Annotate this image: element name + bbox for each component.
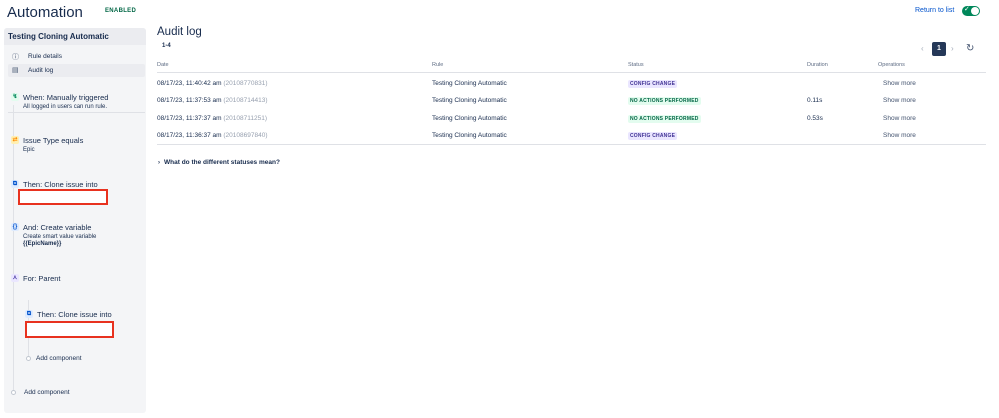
table-header: Date Rule Status Duration Operations bbox=[157, 59, 986, 73]
status-badge: NO ACTIONS PERFORMED bbox=[628, 115, 701, 123]
top-bar: Automation ENABLED Return to list ✓ bbox=[0, 0, 999, 26]
statuses-faq-toggle[interactable]: › What do the different statuses mean? bbox=[158, 159, 280, 166]
component-branch-parent[interactable]: ⋏ For: Parent bbox=[11, 274, 141, 286]
check-icon: ✓ bbox=[964, 6, 970, 13]
status-badge: CONFIG CHANGE bbox=[628, 80, 678, 88]
sidebar-header: Testing Cloning Automatic bbox=[4, 28, 146, 45]
page-title: Automation bbox=[7, 4, 83, 21]
chevron-right-icon[interactable]: › bbox=[951, 44, 954, 53]
page-1-button[interactable]: 1 bbox=[932, 42, 946, 56]
add-component-main[interactable]: Add component bbox=[11, 389, 111, 398]
sidebar-item-audit-log[interactable]: ▤ Audit log bbox=[8, 64, 145, 77]
row-date: 08/17/23, 11:37:37 am (20108711251) bbox=[157, 115, 268, 122]
info-icon: ⓘ bbox=[12, 54, 19, 61]
column-operations: Operations bbox=[878, 62, 905, 68]
component-condition[interactable]: ⇄ Issue Type equals Epic bbox=[11, 136, 141, 158]
component-create-variable[interactable]: {} And: Create variable Create smart val… bbox=[11, 223, 141, 251]
row-date: 08/17/23, 11:37:53 am (20108714413) bbox=[157, 97, 268, 104]
sidebar-item-label: Rule details bbox=[28, 53, 62, 60]
row-rule: Testing Cloning Automatic bbox=[432, 115, 507, 122]
show-more-button[interactable]: Show more bbox=[883, 115, 916, 122]
chevron-right-icon: › bbox=[158, 160, 160, 166]
clone-icon: ⧉ bbox=[25, 310, 33, 318]
column-status: Status bbox=[628, 62, 644, 68]
row-rule: Testing Cloning Automatic bbox=[432, 80, 507, 87]
add-icon bbox=[11, 390, 16, 395]
component-title: When: Manually triggered bbox=[23, 93, 109, 102]
trigger-icon: ↯ bbox=[11, 93, 19, 101]
variable-icon: {} bbox=[11, 223, 19, 231]
faq-label: What do the different statuses mean? bbox=[164, 159, 280, 166]
status-badge: CONFIG CHANGE bbox=[628, 132, 678, 140]
status-badge: ENABLED bbox=[105, 8, 137, 14]
document-icon: ▤ bbox=[12, 67, 19, 74]
row-duration: 0.53s bbox=[807, 115, 823, 122]
show-more-button[interactable]: Show more bbox=[883, 132, 916, 139]
table-row: 08/17/23, 11:36:37 am (20108697840) Test… bbox=[157, 127, 986, 144]
component-title: Then: Clone issue into bbox=[23, 180, 98, 189]
component-title: And: Create variable bbox=[23, 223, 92, 232]
chevron-left-icon[interactable]: ‹ bbox=[921, 44, 924, 53]
table-row: 08/17/23, 11:37:37 am (20108711251) Test… bbox=[157, 110, 986, 127]
refresh-icon[interactable]: ↻ bbox=[966, 43, 974, 54]
condition-icon: ⇄ bbox=[11, 136, 19, 144]
column-rule: Rule bbox=[432, 62, 444, 68]
clone-icon: ⧉ bbox=[11, 180, 19, 188]
add-icon bbox=[26, 356, 31, 361]
return-to-list-link[interactable]: Return to list bbox=[915, 7, 954, 14]
row-rule: Testing Cloning Automatic bbox=[432, 97, 507, 104]
rule-enabled-toggle[interactable]: ✓ bbox=[962, 6, 980, 16]
redaction-box bbox=[18, 189, 108, 205]
component-title: Issue Type equals bbox=[23, 136, 84, 145]
table-row: 08/17/23, 11:40:42 am (20108770831) Test… bbox=[157, 75, 986, 92]
column-duration: Duration bbox=[807, 62, 828, 68]
add-component-label: Add component bbox=[24, 389, 70, 396]
show-more-button[interactable]: Show more bbox=[883, 97, 916, 104]
component-trigger[interactable]: ↯ When: Manually triggered All logged in… bbox=[11, 93, 141, 115]
component-subtitle: Epic bbox=[23, 147, 35, 153]
table-row: 08/17/23, 11:37:53 am (20108714413) Test… bbox=[157, 92, 986, 109]
toggle-knob bbox=[971, 7, 979, 15]
component-subtitle: Create smart value variable bbox=[23, 234, 97, 240]
show-more-button[interactable]: Show more bbox=[883, 80, 916, 87]
audit-log-title: Audit log bbox=[157, 26, 202, 38]
component-title: Then: Clone issue into bbox=[37, 310, 112, 319]
component-variable-name: {{EpicName}} bbox=[23, 241, 62, 247]
row-date: 08/17/23, 11:40:42 am (20108770831) bbox=[157, 80, 268, 87]
branch-icon: ⋏ bbox=[11, 274, 19, 282]
row-rule: Testing Cloning Automatic bbox=[432, 132, 507, 139]
column-date: Date bbox=[157, 62, 169, 68]
add-component-branch[interactable]: Add component bbox=[26, 355, 126, 364]
redaction-box bbox=[25, 321, 114, 338]
sidebar-item-label: Audit log bbox=[28, 67, 54, 74]
results-range: 1-4 bbox=[162, 43, 171, 49]
component-title: For: Parent bbox=[23, 274, 61, 283]
table-bottom-border bbox=[157, 144, 986, 145]
rule-name: Testing Cloning Automatic bbox=[8, 32, 109, 41]
row-duration: 0.11s bbox=[807, 97, 823, 104]
status-badge: NO ACTIONS PERFORMED bbox=[628, 97, 701, 105]
row-date: 08/17/23, 11:36:37 am (20108697840) bbox=[157, 132, 268, 139]
sidebar-item-rule-details[interactable]: ⓘ Rule details bbox=[8, 50, 145, 63]
add-component-label: Add component bbox=[36, 355, 82, 362]
component-subtitle: All logged in users can run rule. bbox=[23, 104, 108, 110]
